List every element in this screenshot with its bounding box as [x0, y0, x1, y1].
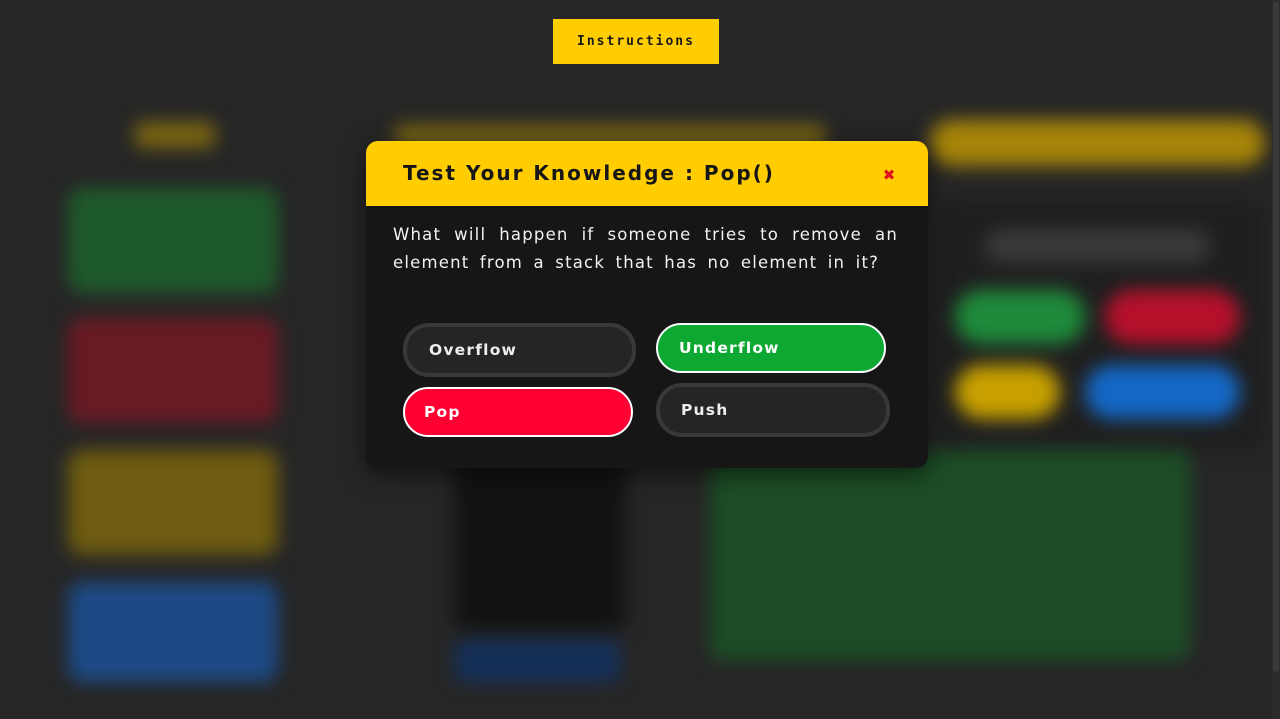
- bg-btn-blue: [1085, 365, 1240, 419]
- bg-stack-base: [455, 640, 620, 682]
- modal-title: Test Your Knowledge : Pop(): [403, 161, 775, 185]
- instructions-button[interactable]: Instructions: [553, 19, 719, 64]
- option-label: Push: [681, 401, 729, 419]
- bg-code-panel: [710, 450, 1190, 660]
- bg-card-red: [68, 318, 278, 423]
- bg-card-blue: [68, 582, 278, 682]
- scrollbar[interactable]: [1272, 0, 1280, 719]
- bg-stack-container: [455, 460, 625, 630]
- close-icon[interactable]: ✖: [876, 163, 902, 187]
- option-label: Overflow: [429, 341, 518, 359]
- option-underflow-button[interactable]: Underflow: [656, 323, 886, 373]
- option-pop-button[interactable]: Pop: [403, 387, 633, 437]
- bg-card-yellow: [68, 450, 278, 555]
- bg-card-green: [68, 188, 278, 293]
- option-label: Underflow: [679, 339, 780, 357]
- bg-left-title: [135, 122, 215, 148]
- scrollbar-thumb[interactable]: [1273, 2, 1279, 672]
- option-label: Pop: [424, 403, 461, 421]
- option-overflow-button[interactable]: Overflow: [403, 323, 636, 377]
- page: Instructions Test Your Knowledge : Pop()…: [0, 0, 1280, 719]
- bg-btn-green: [955, 290, 1085, 344]
- bg-input: [985, 230, 1210, 262]
- option-push-button[interactable]: Push: [656, 383, 890, 437]
- question-text: What will happen if someone tries to rem…: [393, 225, 898, 272]
- bg-btn-red: [1105, 290, 1240, 344]
- quiz-modal: Test Your Knowledge : Pop() ✖ What will …: [366, 141, 928, 468]
- bg-btn-yellow: [955, 365, 1060, 419]
- modal-header: Test Your Knowledge : Pop() ✖: [366, 141, 928, 206]
- bg-right-header: [930, 120, 1265, 166]
